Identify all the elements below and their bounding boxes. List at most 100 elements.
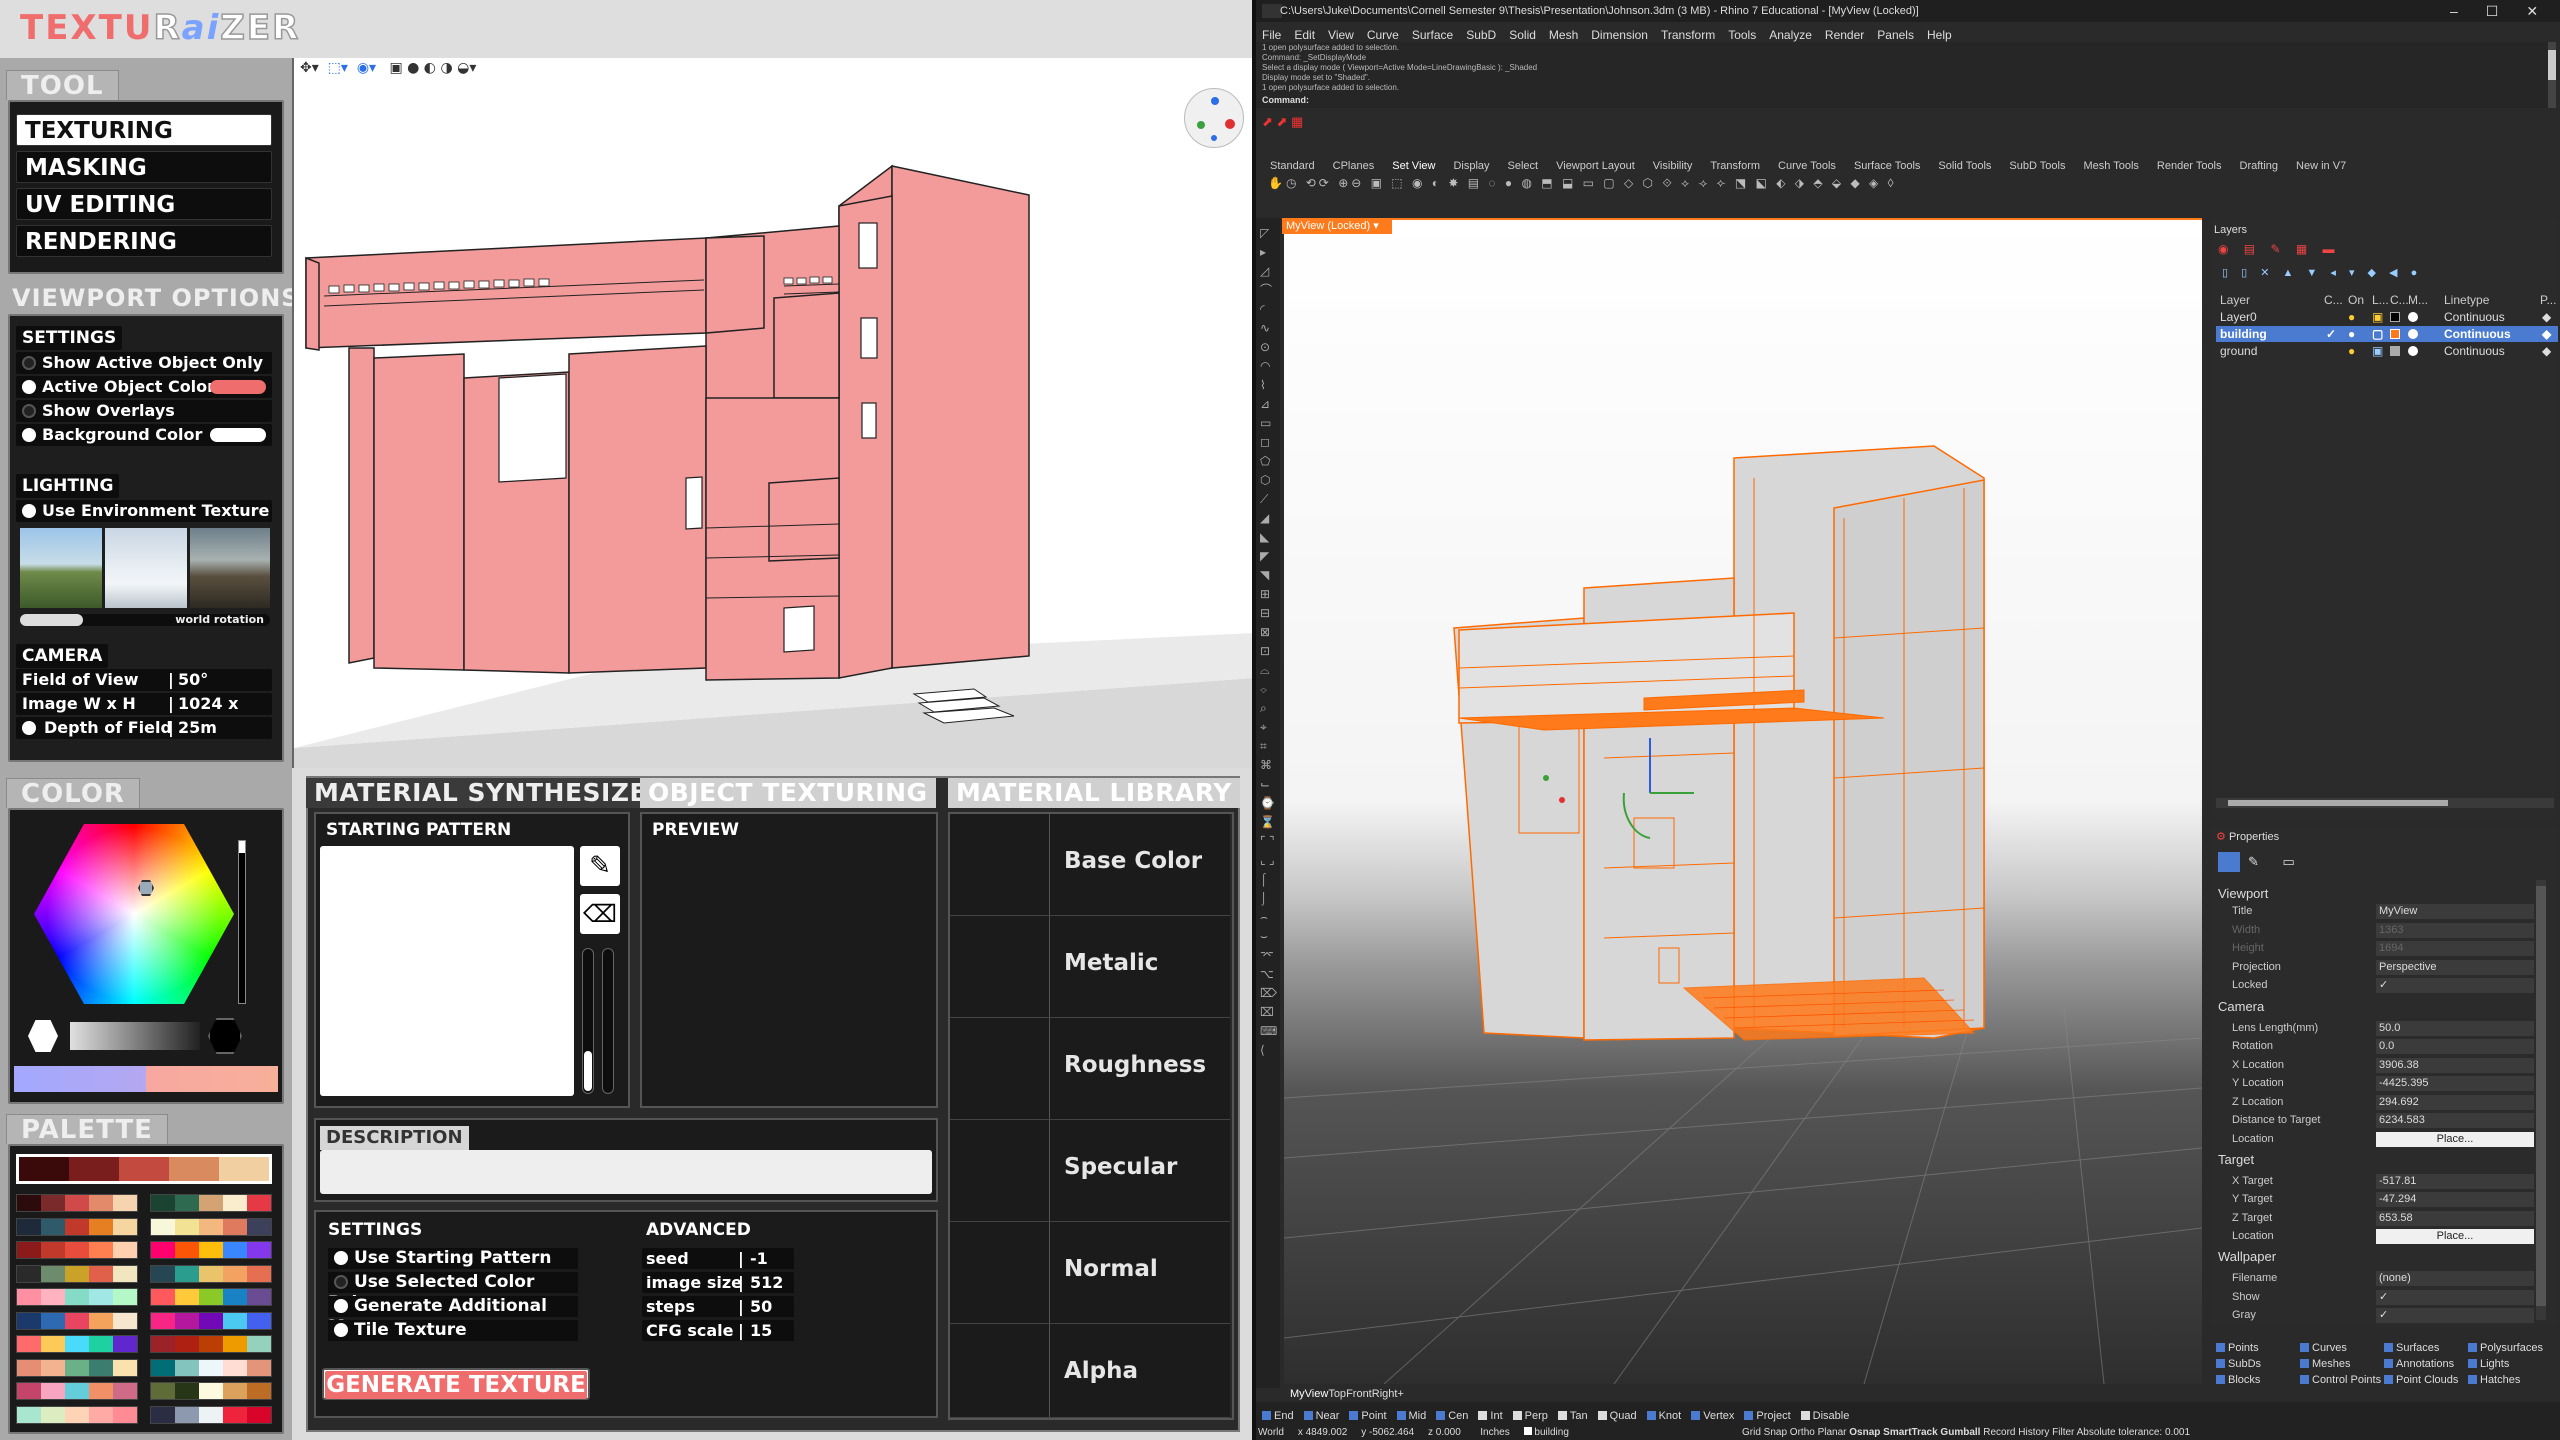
filter-lights[interactable]: Lights <box>2468 1358 2509 1370</box>
filter-point-clouds[interactable]: Point Clouds <box>2384 1374 2458 1386</box>
background-color-swatch[interactable] <box>210 428 266 442</box>
prop-value[interactable]: -517.81 <box>2376 1173 2534 1189</box>
show-overlays-toggle[interactable]: Show Overlays <box>16 400 272 422</box>
selection-tools-icon[interactable]: ⬈ ⬈ ▦ <box>1262 114 1303 130</box>
prop-value[interactable]: -47.294 <box>2376 1192 2534 1207</box>
filter-hatches[interactable]: Hatches <box>2468 1374 2520 1386</box>
layer-linetype[interactable]: Continuous <box>2444 309 2505 325</box>
toolbar-tab-subd-tools[interactable]: SubD Tools <box>2009 160 2065 172</box>
filter-polysurfaces[interactable]: Polysurfaces <box>2468 1342 2543 1354</box>
transform-icon[interactable]: ✥▾ <box>300 60 319 76</box>
osnap-quad[interactable]: Quad <box>1597 1410 1637 1422</box>
history-scrollbar[interactable] <box>2548 42 2556 108</box>
palette-preset[interactable] <box>150 1288 272 1306</box>
menu-surface[interactable]: Surface <box>1412 28 1453 42</box>
prop-value[interactable]: 653.58 <box>2376 1210 2534 1226</box>
tool-uv-editing-button[interactable]: UV EDITING <box>16 188 272 220</box>
toolbar-tab-display[interactable]: Display <box>1453 160 1489 172</box>
depth-of-field-field[interactable]: Depth of Field | 25m <box>16 717 272 739</box>
palette-preset[interactable] <box>150 1241 272 1259</box>
menu-tools[interactable]: Tools <box>1728 28 1756 42</box>
layer-color-swatch[interactable] <box>2390 346 2400 356</box>
brightness-slider[interactable] <box>238 840 246 1004</box>
toolbar-tab-render-tools[interactable]: Render Tools <box>2157 160 2222 172</box>
layer-color-swatch[interactable] <box>2390 312 2400 322</box>
osnap-point[interactable]: Point <box>1349 1410 1387 1422</box>
window-controls[interactable]: –☐✕ <box>2450 3 2560 20</box>
toolbar-tab-drafting[interactable]: Drafting <box>2240 160 2279 172</box>
prop-value[interactable]: ✓ <box>2376 1308 2534 1323</box>
map-metalic[interactable]: Metalic <box>950 916 1230 1018</box>
left-toolbar-icons[interactable]: ◸ ▸ ◿ ⌒ ◜ ∿ ⊙ ◠ ⌇ ⊿ ▭ ◻ ⬠ ⬡ ⟋ ◢ ◣ ◤ ◥ ⊞ … <box>1260 224 1277 1060</box>
material-icon[interactable] <box>2408 346 2418 356</box>
material-icon[interactable] <box>2408 329 2418 339</box>
osnap-mid[interactable]: Mid <box>1396 1410 1426 1422</box>
properties-tab-icons[interactable]: ✎ ▭ <box>2248 854 2305 870</box>
gray-scale-strip[interactable] <box>70 1022 200 1050</box>
palette-preset[interactable] <box>16 1335 138 1353</box>
brush-icon[interactable]: ✎ <box>580 846 620 886</box>
active-object-color-toggle[interactable]: Active Object Color <box>16 376 272 398</box>
palette-swatch[interactable] <box>119 1157 169 1181</box>
command-prompt[interactable]: Command: <box>1262 95 1309 105</box>
map-normal[interactable]: Normal <box>950 1222 1230 1324</box>
print-icon[interactable]: ◆ <box>2542 309 2551 325</box>
lightbulb-icon[interactable]: ● <box>2348 309 2355 325</box>
filter-annotations[interactable]: Annotations <box>2384 1358 2454 1370</box>
menu-subd[interactable]: SubD <box>1466 28 1496 42</box>
layer-linetype[interactable]: Continuous <box>2444 343 2505 359</box>
toolbar-tab-cplanes[interactable]: CPlanes <box>1333 160 1375 172</box>
filter-subds[interactable]: SubDs <box>2216 1358 2261 1370</box>
current-layer-indicator[interactable]: building <box>1534 1427 1568 1438</box>
filter-meshes[interactable]: Meshes <box>2300 1358 2351 1370</box>
toolbar-tab-mesh-tools[interactable]: Mesh Tools <box>2083 160 2138 172</box>
menu-curve[interactable]: Curve <box>1367 28 1399 42</box>
print-icon[interactable]: ◆ <box>2542 343 2551 359</box>
header-color[interactable]: C... <box>2390 292 2409 308</box>
layer-row-ground[interactable]: ground ● ▣ Continuous ◆ <box>2216 343 2558 359</box>
viewport-tab-top[interactable]: Top <box>1328 1388 1346 1400</box>
selected-color-bar[interactable] <box>14 1066 278 1092</box>
prop-value[interactable]: ✓ <box>2376 1289 2534 1305</box>
filter-curves[interactable]: Curves <box>2300 1342 2347 1354</box>
layer-tools-icons[interactable]: ▯ ▯ ✕ ▲ ▼ ◂ ▾ ◆ ◀ ● <box>2222 266 2422 279</box>
tool-rendering-button[interactable]: RENDERING <box>16 225 272 257</box>
layer-linetype[interactable]: Continuous <box>2444 326 2511 342</box>
generate-texture-button[interactable]: GENERATE TEXTURE <box>322 1368 590 1400</box>
osnap-tan[interactable]: Tan <box>1557 1410 1588 1422</box>
layers-h-scrollbar[interactable] <box>2216 798 2554 808</box>
visibility-icon[interactable]: ◉▾ <box>357 60 376 76</box>
prop-value[interactable]: 0.0 <box>2376 1039 2534 1054</box>
palette-preset[interactable] <box>150 1194 272 1212</box>
properties-scrollbar[interactable] <box>2536 880 2546 1320</box>
menu-panels[interactable]: Panels <box>1877 28 1914 42</box>
properties-title[interactable]: ⚙ Properties <box>2216 830 2279 843</box>
background-color-toggle[interactable]: Background Color <box>16 424 272 446</box>
lock-icon[interactable]: ▢ <box>2372 326 2383 342</box>
osnap-end[interactable]: End <box>1262 1410 1294 1422</box>
osnap-project[interactable]: Project <box>1744 1410 1791 1422</box>
osnap-int[interactable]: Int <box>1478 1410 1503 1422</box>
prop-value[interactable]: -4425.395 <box>2376 1076 2534 1091</box>
use-starting-pattern-toggle[interactable]: Use Starting Pattern <box>328 1248 578 1269</box>
map-specular[interactable]: Specular <box>950 1120 1230 1222</box>
viewport-tab-front[interactable]: Front <box>1346 1388 1372 1400</box>
menu-analyze[interactable]: Analyze <box>1769 28 1812 42</box>
image-size-setting-field[interactable]: image size | 512 <box>642 1272 794 1293</box>
layer-row-layer0[interactable]: Layer0 ● ▣ Continuous ◆ <box>2216 309 2558 325</box>
tool-tab[interactable]: TOOL <box>6 70 119 101</box>
menu-dimension[interactable]: Dimension <box>1591 28 1648 42</box>
palette-swatch[interactable] <box>219 1157 269 1181</box>
prop-value[interactable]: 50.0 <box>2376 1020 2534 1036</box>
header-layer[interactable]: Layer <box>2220 292 2250 308</box>
prop-value[interactable]: Perspective <box>2376 959 2534 975</box>
palette-preset[interactable] <box>16 1241 138 1259</box>
palette-preset[interactable] <box>16 1288 138 1306</box>
lock-icon[interactable]: ▣ <box>2372 309 2383 325</box>
viewport-options-tab[interactable]: VIEWPORT OPTIONS <box>12 284 300 312</box>
tab-object-texturing[interactable]: OBJECT TEXTURING <box>640 778 936 808</box>
palette-preset[interactable] <box>150 1335 272 1353</box>
map-roughness[interactable]: Roughness <box>950 1018 1230 1120</box>
prop-value[interactable]: ✓ <box>2376 978 2534 993</box>
print-icon[interactable]: ◆ <box>2542 326 2551 342</box>
